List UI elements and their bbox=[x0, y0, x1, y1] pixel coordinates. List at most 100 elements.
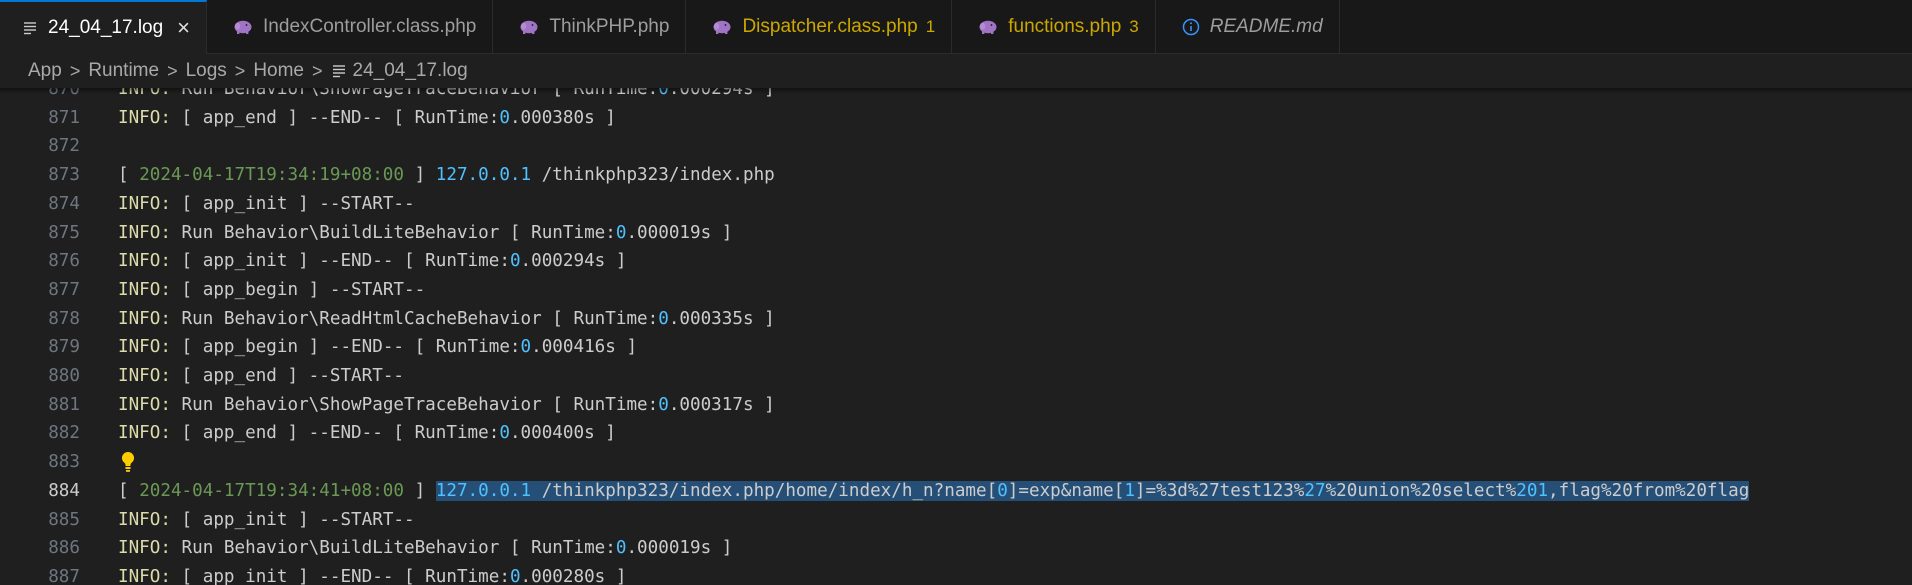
line-number: 877 bbox=[48, 279, 80, 300]
line-number: 878 bbox=[48, 308, 80, 329]
token-plain: [ app_init ] --START-- bbox=[170, 509, 415, 530]
line-number: 885 bbox=[48, 509, 80, 530]
code-line: 881 INFO: Run Behavior\ShowPageTraceBehav… bbox=[0, 391, 1912, 420]
token-info: INFO: bbox=[118, 193, 171, 214]
code-line: 887 INFO: [ app_init ] --END-- [ RunTime:… bbox=[0, 563, 1912, 585]
tab-label: Dispatcher.class.php bbox=[742, 16, 918, 37]
token-num: 0 bbox=[658, 308, 669, 329]
code-line: 878 INFO: Run Behavior\ReadHtmlCacheBehav… bbox=[0, 305, 1912, 334]
token-plain: .000019s ] bbox=[626, 538, 733, 559]
token-plain: [ app_end ] --END-- [ RunTime: bbox=[170, 423, 500, 444]
token-plain: .000335s ] bbox=[668, 308, 775, 329]
line-content: INFO: Run Behavior\ShowPageTraceBehavior… bbox=[118, 391, 775, 420]
line-content: [ 2024-04-17T19:34:19+08:00 ] 127.0.0.1 … bbox=[118, 161, 775, 190]
tab-label: functions.php bbox=[1008, 16, 1122, 37]
token-plain: .000380s ] bbox=[509, 107, 616, 128]
breadcrumb-file[interactable]: 24_04_17.log bbox=[353, 60, 468, 82]
tab-readme-md[interactable]: README.md bbox=[1156, 0, 1340, 54]
problem-count-badge: 3 bbox=[1129, 17, 1139, 36]
breadcrumb-item-app[interactable]: App bbox=[28, 60, 62, 82]
token-plain: .000317s ] bbox=[668, 394, 775, 415]
chevron-right-icon: > bbox=[234, 60, 246, 81]
line-number: 879 bbox=[48, 337, 80, 358]
token-plain: .000019s ] bbox=[626, 222, 733, 243]
log-file-icon bbox=[331, 63, 347, 79]
token-plain: [ app_end ] --START-- bbox=[170, 366, 405, 386]
line-content: INFO: [ app_init ] --END-- [ RunTime:0.0… bbox=[118, 247, 626, 276]
token-info: INFO: bbox=[118, 251, 171, 272]
token-plain: %20union%20select% bbox=[1325, 480, 1517, 501]
code-line: 875 INFO: Run Behavior\BuildLiteBehavior … bbox=[0, 219, 1912, 248]
line-content: INFO: [ app_init ] --START-- bbox=[118, 190, 415, 219]
chevron-right-icon: > bbox=[69, 60, 81, 81]
token-plain: Run Behavior\ReadHtmlCacheBehavior [ Run… bbox=[170, 308, 659, 329]
chevron-right-icon: > bbox=[312, 60, 323, 81]
tab-indexcontroller-class-php[interactable]: IndexController.class.php bbox=[207, 0, 494, 54]
token-plain: ]=%3d%27test123% bbox=[1134, 480, 1305, 501]
line-number: 887 bbox=[48, 566, 80, 585]
code-line: 884 [ 2024-04-17T19:34:41+08:00 ] 127.0.0… bbox=[0, 477, 1912, 506]
line-number: 876 bbox=[48, 251, 80, 272]
token-date: 2024-04-17T19:34:41+08:00 bbox=[139, 480, 404, 501]
editor-tab-bar: 24_04_17.log × IndexController.class.php Th… bbox=[0, 0, 1912, 54]
tab-label: ThinkPHP.php bbox=[549, 16, 670, 37]
token-num: 0 bbox=[499, 107, 510, 128]
code-editor[interactable]: 870INFO: Run Behavior\ShowPageTraceBehav… bbox=[0, 88, 1912, 585]
token-plain: ]=exp&name[ bbox=[1007, 480, 1125, 501]
token-plain: .000280s ] bbox=[520, 566, 627, 585]
token-plain: .000400s ] bbox=[509, 423, 616, 444]
line-content: INFO: [ app_end ] --START-- bbox=[118, 362, 404, 391]
token-plain: [ app_init ] --START-- bbox=[170, 193, 415, 214]
token-num: 0 bbox=[997, 480, 1008, 501]
breadcrumb-item-home[interactable]: Home bbox=[253, 60, 304, 82]
token-plain: Run Behavior\ShowPageTraceBehavior [ Run… bbox=[170, 394, 659, 415]
token-num: 0 bbox=[615, 222, 627, 243]
token-num: 27 bbox=[1304, 480, 1326, 501]
tab-label: 24_04_17.log bbox=[48, 17, 164, 38]
token-num: 0 bbox=[658, 394, 669, 415]
token-info: INFO: bbox=[118, 538, 171, 559]
line-content: INFO: [ app_begin ] --END-- [ RunTime:0.… bbox=[118, 333, 637, 362]
token-info: INFO: bbox=[118, 279, 171, 300]
line-number: 884 bbox=[48, 480, 80, 501]
token-plain: ,flag%20from%20flag bbox=[1548, 480, 1750, 501]
token-num: 0 bbox=[509, 566, 521, 585]
token-plain: [ app_begin ] --END-- [ RunTime: bbox=[170, 337, 521, 358]
info-icon bbox=[1182, 18, 1200, 36]
line-number: 871 bbox=[48, 107, 80, 128]
code-line: 871 INFO: [ app_end ] --END-- [ RunTime:0… bbox=[0, 104, 1912, 133]
code-line: 876 INFO: [ app_init ] --END-- [ RunTime:… bbox=[0, 247, 1912, 276]
tab-thinkphp-php[interactable]: ThinkPHP.php bbox=[493, 0, 687, 54]
line-number: 880 bbox=[48, 366, 80, 386]
code-line: 886 INFO: Run Behavior\BuildLiteBehavior … bbox=[0, 534, 1912, 563]
token-info: INFO: bbox=[118, 394, 171, 415]
token-num: 0 bbox=[499, 423, 510, 444]
token-plain: [ app_init ] --END-- [ RunTime: bbox=[170, 251, 510, 272]
line-content: INFO: [ app_init ] --START-- bbox=[118, 506, 415, 535]
line-content: INFO: [ app_init ] --END-- [ RunTime:0.0… bbox=[118, 563, 626, 585]
breadcrumb: App > Runtime > Logs > Home >24_04_17.log bbox=[0, 54, 1912, 88]
breadcrumb-item-runtime[interactable]: Runtime bbox=[88, 60, 159, 82]
token-num: 127.0.0.1 bbox=[435, 480, 532, 501]
close-icon[interactable]: × bbox=[177, 15, 190, 41]
token-plain: [ app_init ] --END-- [ RunTime: bbox=[170, 566, 510, 585]
tab-dispatcher-class-php[interactable]: Dispatcher.class.php 1 bbox=[686, 0, 953, 54]
line-content: INFO: [ app_end ] --END-- [ RunTime:0.00… bbox=[118, 419, 616, 448]
code-line: 872 bbox=[0, 132, 1912, 161]
line-number: 883 bbox=[48, 452, 80, 473]
code-line: 882 INFO: [ app_end ] --END-- [ RunTime:0… bbox=[0, 419, 1912, 448]
token-plain: /thinkphp323/index.php/home/index/h_n?na… bbox=[531, 480, 998, 501]
token-plain: .000294s ] bbox=[520, 251, 627, 272]
line-number: 886 bbox=[48, 538, 80, 559]
token-info: INFO: bbox=[118, 366, 171, 386]
code-line: 877 INFO: [ app_begin ] --START-- bbox=[0, 276, 1912, 305]
token-num: 127.0.0.1 bbox=[435, 165, 532, 186]
tab-functions-php[interactable]: functions.php 3 bbox=[952, 0, 1156, 54]
tab-24-04-17-log[interactable]: 24_04_17.log × bbox=[0, 0, 208, 54]
token-plain: [ bbox=[118, 165, 140, 186]
token-info: INFO: bbox=[118, 337, 171, 358]
breadcrumb-item-logs[interactable]: Logs bbox=[186, 60, 227, 82]
tab-label: README.md bbox=[1209, 16, 1323, 37]
line-number: 881 bbox=[48, 394, 80, 415]
token-info: INFO: bbox=[118, 509, 171, 530]
